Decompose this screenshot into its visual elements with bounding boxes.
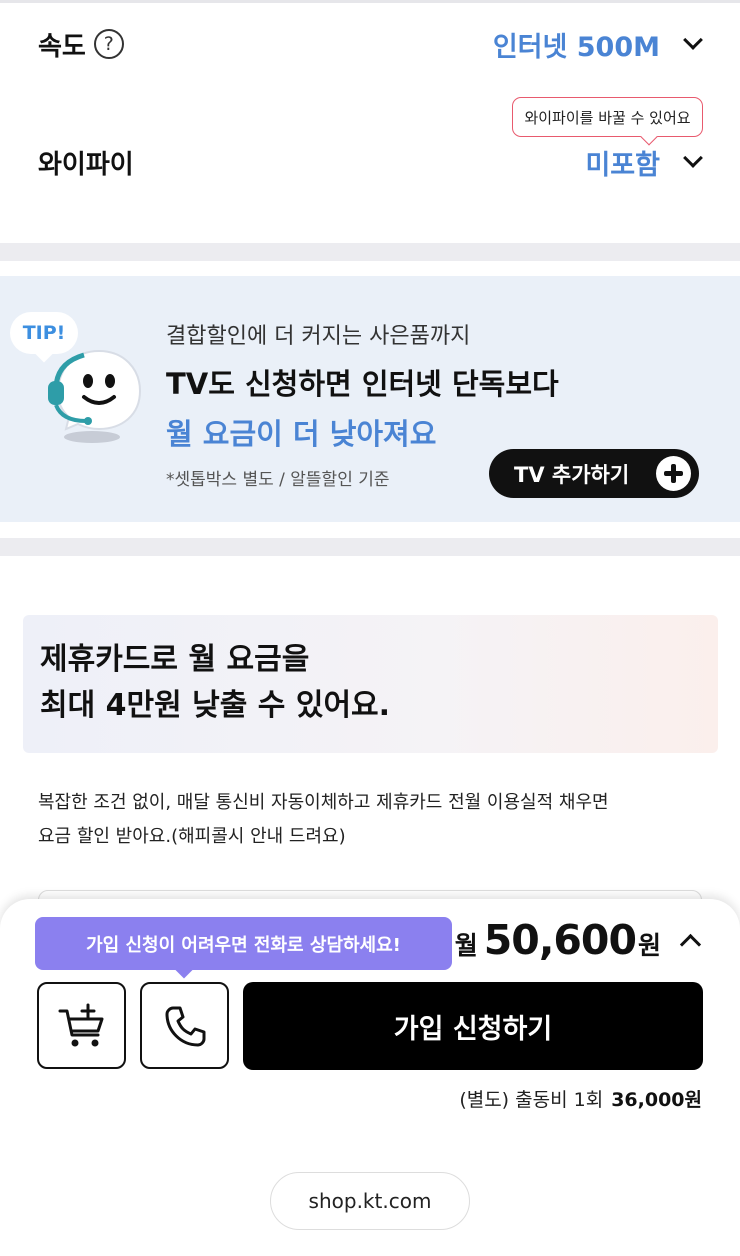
tip-title: TV도 신청하면 인터넷 단독보다 (166, 367, 559, 401)
fee-value: 36,000원 (611, 1089, 702, 1111)
wifi-value: 미포함 (585, 149, 660, 181)
card-promo-desc-line2: 요금 할인 받아요.(해피콜시 안내 드려요) (38, 826, 346, 847)
price-amount: 50,600 (483, 916, 637, 964)
wifi-tooltip: 와이파이를 바꿀 수 있어요 (512, 97, 703, 137)
cart-add-icon (58, 1003, 103, 1046)
dispatch-fee: (별도) 출동비 1회 36,000원 (459, 1085, 702, 1112)
card-promo-line1: 제휴카드로 월 요금을 (40, 642, 310, 677)
card-promo-line2: 최대 4만원 낮출 수 있어요. (40, 688, 391, 723)
add-to-cart-button[interactable] (37, 982, 126, 1069)
phone-consult-button[interactable] (140, 982, 229, 1069)
tip-highlight: 월 요금이 더 낮아져요 (166, 417, 437, 451)
chevron-down-icon (683, 30, 703, 50)
wifi-option-row[interactable]: 와이파이 미포함 (38, 132, 703, 192)
top-divider (0, 0, 740, 3)
chevron-up-icon (679, 933, 702, 955)
help-icon[interactable]: ? (93, 29, 124, 59)
speed-value: 인터넷 500M (492, 31, 660, 63)
phone-icon (165, 1006, 205, 1046)
speed-label: 속도 (38, 31, 86, 62)
price-suffix: 원 (637, 931, 661, 960)
add-tv-label: TV 추가하기 (514, 462, 630, 487)
wifi-select[interactable]: 미포함 (585, 143, 703, 182)
tip-note: *셋톱박스 별도 / 알뜰할인 기준 (166, 470, 390, 490)
section-divider (0, 243, 740, 261)
speed-select[interactable]: 인터넷 500M (492, 25, 703, 64)
speed-option-row[interactable]: 속도 ? 인터넷 500M (38, 14, 703, 74)
price-prefix: 월 (454, 931, 478, 960)
call-consult-tooltip: 가입 신청이 어려우면 전화로 상담하세요! (35, 917, 452, 970)
section-divider (0, 538, 740, 556)
card-promo-box: 제휴카드로 월 요금을 최대 4만원 낮출 수 있어요. (23, 615, 718, 753)
browser-url-bar[interactable]: shop.kt.com (270, 1172, 470, 1230)
chevron-down-icon (683, 148, 703, 168)
card-promo-description: 복잡한 조건 없이, 매달 통신비 자동이체하고 제휴카드 전월 이용실적 채우… (38, 786, 718, 854)
apply-button[interactable]: 가입 신청하기 (243, 982, 703, 1070)
tip-subtitle: 결합할인에 더 커지는 사은품까지 (166, 324, 471, 349)
speed-label-group: 속도 ? (38, 26, 124, 63)
wifi-label: 와이파이 (38, 149, 134, 180)
mascot-icon (48, 349, 142, 443)
fee-label: (별도) 출동비 1회 (459, 1089, 604, 1111)
monthly-price-toggle[interactable]: 월 50,600 원 (454, 913, 702, 967)
add-tv-button[interactable]: TV 추가하기 (489, 449, 699, 498)
card-promo-desc-line1: 복잡한 조건 없이, 매달 통신비 자동이체하고 제휴카드 전월 이용실적 채우… (38, 792, 609, 813)
plus-icon (656, 456, 691, 491)
